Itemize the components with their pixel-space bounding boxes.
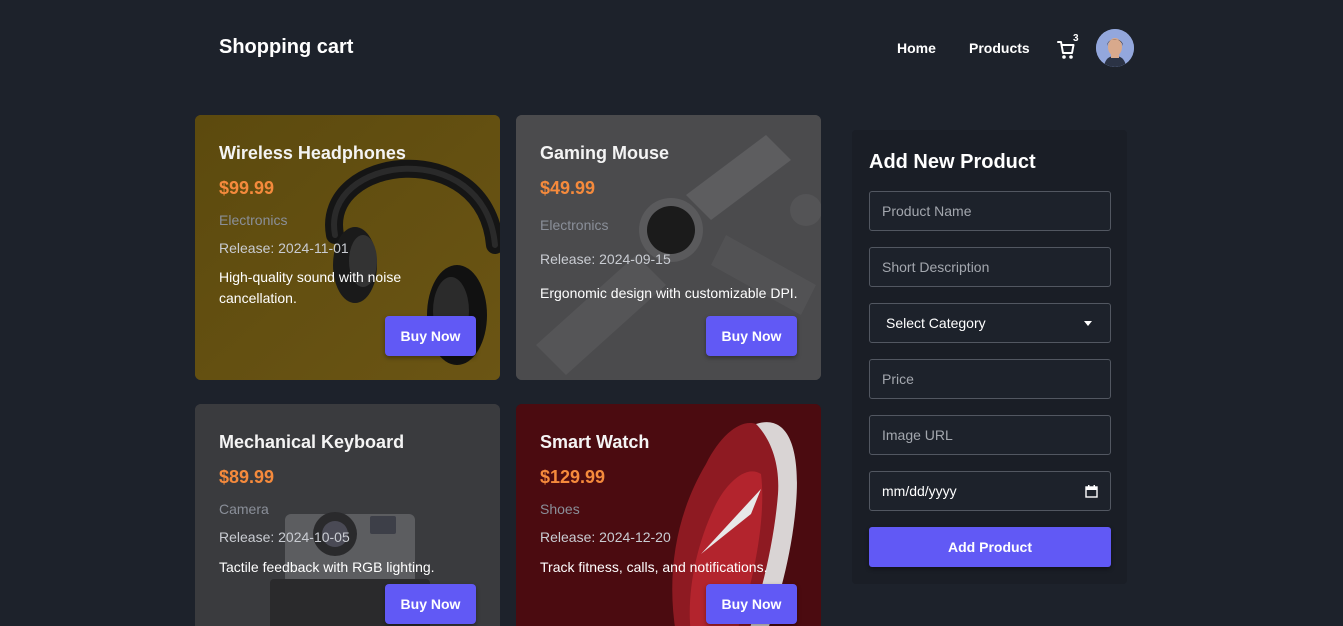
product-description: Ergonomic design with customizable DPI. xyxy=(540,285,798,301)
product-title: Wireless Headphones xyxy=(219,143,406,163)
caret-down-icon xyxy=(1084,320,1092,326)
product-category: Shoes xyxy=(540,501,580,517)
cart-count-badge: 3 xyxy=(1073,33,1079,44)
buy-now-button[interactable]: Buy Now xyxy=(385,316,476,356)
buy-now-button[interactable]: Buy Now xyxy=(706,584,797,624)
nav-products-link[interactable]: Products xyxy=(969,40,1030,56)
buy-now-button[interactable]: Buy Now xyxy=(706,316,797,356)
nav-home-link[interactable]: Home xyxy=(897,40,936,56)
short-description-input[interactable]: Short Description xyxy=(869,247,1111,287)
product-name-placeholder: Product Name xyxy=(882,203,972,219)
product-card: Mechanical Keyboard $89.99 Camera Releas… xyxy=(195,404,500,626)
product-category: Camera xyxy=(219,501,269,517)
product-price: $99.99 xyxy=(219,178,275,198)
short-description-placeholder: Short Description xyxy=(882,259,990,275)
product-description: Track fitness, calls, and notifications. xyxy=(540,559,768,575)
image-url-input[interactable]: Image URL xyxy=(869,415,1111,455)
product-price: $89.99 xyxy=(219,467,275,487)
product-card: Smart Watch $129.99 Shoes Release: 2024-… xyxy=(516,404,821,626)
category-selected-value: Select Category xyxy=(886,315,986,331)
image-url-placeholder: Image URL xyxy=(882,427,953,443)
date-placeholder: mm/dd/yyyy xyxy=(882,483,957,499)
release-date-input[interactable]: mm/dd/yyyy xyxy=(869,471,1111,511)
product-release-date: Release: 2024-10-05 xyxy=(219,529,350,545)
product-release-date: Release: 2024-12-20 xyxy=(540,529,671,545)
cart-button[interactable]: 3 xyxy=(1057,33,1081,60)
category-select[interactable]: Select Category xyxy=(869,303,1111,343)
product-price: $49.99 xyxy=(540,178,596,198)
product-title: Gaming Mouse xyxy=(540,143,670,163)
calendar-icon[interactable] xyxy=(1085,484,1098,498)
product-description: Tactile feedback with RGB lighting. xyxy=(219,559,435,575)
product-price: $129.99 xyxy=(540,467,606,487)
product-release-date: Release: 2024-09-15 xyxy=(540,251,671,267)
price-input[interactable]: Price xyxy=(869,359,1111,399)
product-title: Mechanical Keyboard xyxy=(219,432,405,452)
product-release-date: Release: 2024-11-01 xyxy=(219,240,349,256)
product-description: High-quality sound with noise cancellati… xyxy=(219,269,402,306)
price-placeholder: Price xyxy=(882,371,914,387)
avatar-portrait-icon xyxy=(1096,29,1134,67)
add-product-panel: Add New Product Product Name Short Descr… xyxy=(852,130,1127,584)
buy-now-button[interactable]: Buy Now xyxy=(385,584,476,624)
brand-title: Shopping cart xyxy=(219,36,354,58)
product-category: Electronics xyxy=(540,217,609,233)
add-product-button[interactable]: Add Product xyxy=(869,527,1111,567)
product-name-input[interactable]: Product Name xyxy=(869,191,1111,231)
product-category: Electronics xyxy=(219,212,288,228)
product-card: Wireless Headphones $99.99 Electronics R… xyxy=(195,115,500,380)
user-avatar[interactable] xyxy=(1096,29,1134,67)
product-card: Gaming Mouse $49.99 Electronics Release:… xyxy=(516,115,821,380)
panel-title: Add New Product xyxy=(869,151,1036,173)
product-title: Smart Watch xyxy=(540,432,650,452)
